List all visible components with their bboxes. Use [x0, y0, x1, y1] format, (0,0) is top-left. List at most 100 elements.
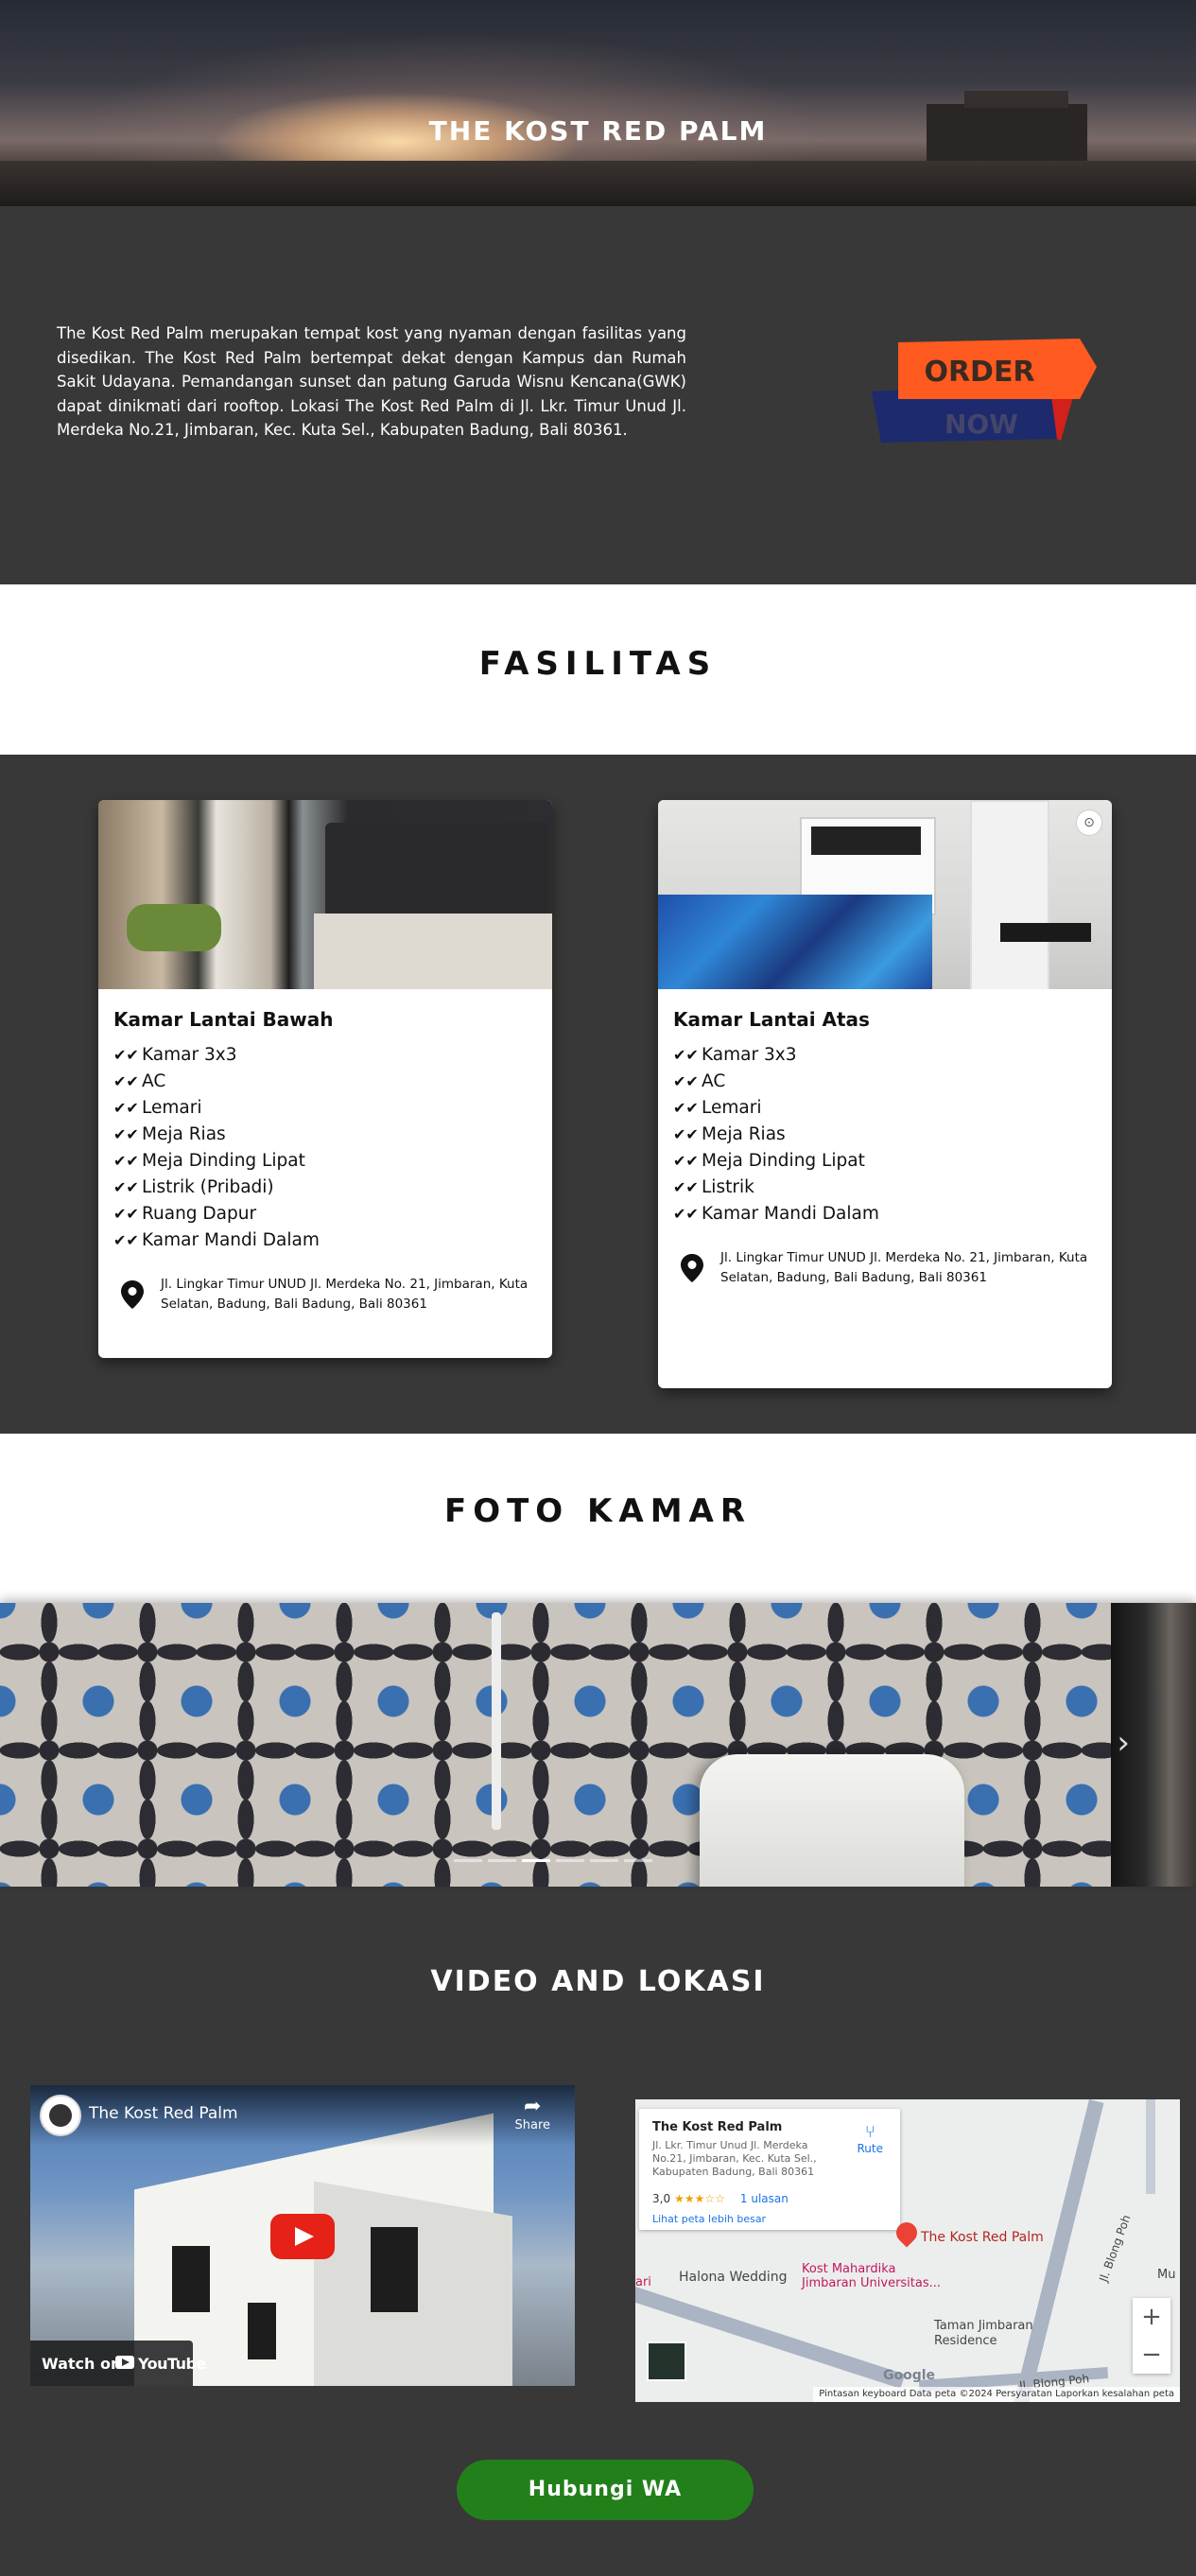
map-edge-label: Mu	[1157, 2268, 1176, 2282]
window	[371, 2227, 418, 2312]
google-logo: Google	[883, 2368, 936, 2383]
list-item: ✔✔ Meja Rias	[113, 1122, 320, 1148]
location-pin-icon	[121, 1280, 144, 1309]
list-item: ✔✔ Lemari	[673, 1095, 879, 1122]
map-footer[interactable]: Pintasan keyboard Data peta ©2024 Persya…	[813, 2387, 1180, 2402]
hero-banner: THE KOST RED PALM	[0, 0, 1196, 206]
facility-list-lower: ✔✔ Kamar 3x3 ✔✔ AC ✔✔ Lemari ✔✔ Meja Rias ✔✔…	[113, 1042, 320, 1254]
youtube-label: YouTube	[138, 2355, 206, 2373]
chevron-right-icon[interactable]: ›	[1117, 1724, 1130, 1762]
double-check-icon: ✔✔	[673, 1178, 699, 1196]
map-poi-taman-jimbaran: Taman Jimbaran Residence	[934, 2319, 1033, 2348]
address-upper: Jl. Lingkar Timur UNUD Jl. Merdeka No. 2…	[673, 1248, 1091, 1288]
list-item: ✔✔ Kamar Mandi Dalam	[673, 1201, 879, 1227]
bed-linen	[314, 914, 552, 989]
satellite-layer-toggle[interactable]	[647, 2341, 686, 2381]
list-item: ✔✔ Meja Rias	[673, 1122, 879, 1148]
carousel-indicator[interactable]	[590, 1859, 618, 1862]
list-item: ✔✔ Ruang Dapur	[113, 1201, 320, 1227]
carousel-indicator[interactable]	[454, 1859, 482, 1862]
carousel-indicator[interactable]	[488, 1859, 516, 1862]
now-text: NOW	[945, 409, 1018, 440]
channel-avatar[interactable]	[40, 2095, 81, 2136]
double-check-icon: ✔✔	[673, 1152, 699, 1170]
vanity-shelf	[970, 800, 1049, 989]
play-button[interactable]	[270, 2214, 335, 2259]
rating-stars-icon: ★★★☆☆	[674, 2192, 725, 2205]
youtube-embed[interactable]: The Kost Red Palm ➦ Share Watch on YouTu…	[30, 2085, 575, 2386]
carousel-indicator[interactable]	[624, 1859, 652, 1862]
list-item: ✔✔ Lemari	[113, 1095, 320, 1122]
room-photo-lower	[98, 800, 552, 989]
reviews-link[interactable]: 1 ulasan	[740, 2192, 789, 2205]
double-check-icon: ✔✔	[113, 1046, 139, 1064]
map-road	[1014, 2099, 1104, 2402]
map-place-name: The Kost Red Palm	[652, 2120, 783, 2134]
facilities-heading: FASILITAS	[478, 645, 718, 683]
list-item: ✔✔ Listrik (Pribadi)	[113, 1175, 320, 1201]
map-zoom-controls: + −	[1133, 2298, 1170, 2374]
double-check-icon: ✔✔	[113, 1152, 139, 1170]
map-poi-halona: Halona Wedding	[679, 2270, 788, 2285]
watch-on-label: Watch on	[42, 2355, 122, 2373]
map-place-address: Jl. Lkr. Timur Unud Jl. Merdeka No.21, J…	[652, 2139, 817, 2178]
double-check-icon: ✔✔	[673, 1125, 699, 1143]
double-check-icon: ✔✔	[113, 1205, 139, 1223]
map-road	[1146, 2099, 1155, 2194]
plants	[127, 904, 221, 951]
double-check-icon: ✔✔	[113, 1072, 139, 1090]
window	[172, 2246, 210, 2312]
map-place-card: The Kost Red Palm Jl. Lkr. Timur Unud Jl…	[639, 2109, 900, 2230]
order-now-button[interactable]: ORDER NOW	[860, 337, 1097, 450]
double-check-icon: ✔✔	[113, 1099, 139, 1117]
view-larger-map-link[interactable]: Lihat peta lebih besar	[652, 2213, 766, 2225]
map-pin-label: The Kost Red Palm	[921, 2230, 1044, 2245]
double-check-icon: ✔✔	[113, 1178, 139, 1196]
room-title-lower: Kamar Lantai Bawah	[113, 1008, 334, 1031]
directions-button[interactable]: ⑂ Rute	[858, 2122, 884, 2155]
visual-search-icon[interactable]: ⊙	[1076, 809, 1102, 836]
address-lower: Jl. Lingkar Timur UNUD Jl. Merdeka No. 2…	[113, 1275, 531, 1314]
contact-whatsapp-button[interactable]: Hubungi WA	[457, 2460, 754, 2520]
double-check-icon: ✔✔	[673, 1099, 699, 1117]
order-text: ORDER	[924, 356, 1034, 389]
list-item: ✔✔ Listrik	[673, 1175, 879, 1201]
list-item: ✔✔ AC	[113, 1069, 320, 1095]
directions-icon: ⑂	[864, 2122, 875, 2142]
double-check-icon: ✔✔	[673, 1072, 699, 1090]
map-rating: 3,0 ★★★☆☆ 1 ulasan	[652, 2192, 789, 2205]
video-location-heading: VIDEO AND LOKASI	[430, 1965, 766, 1998]
window	[248, 2303, 276, 2359]
address-text: Jl. Lingkar Timur UNUD Jl. Merdeka No. 2…	[720, 1250, 1088, 1285]
hero-roof-silhouette	[964, 91, 1068, 108]
list-item: ✔✔ Kamar 3x3	[673, 1042, 879, 1069]
photo-carousel[interactable]: ›	[0, 1603, 1196, 1887]
wardrobe-pattern	[811, 827, 921, 855]
watch-on-youtube-button[interactable]: Watch on YouTube	[30, 2341, 206, 2386]
google-map-embed[interactable]: The Kost Red Palm Jl. Lkr. Timur Unud Jl…	[635, 2099, 1180, 2402]
intro-description: The Kost Red Palm merupakan tempat kost …	[57, 324, 686, 439]
double-check-icon: ✔✔	[673, 1205, 699, 1223]
video-title[interactable]: The Kost Red Palm	[89, 2104, 238, 2123]
list-item: ✔✔ Meja Dinding Lipat	[673, 1148, 879, 1175]
facility-list-upper: ✔✔ Kamar 3x3 ✔✔ AC ✔✔ Lemari ✔✔ Meja Rias ✔✔…	[673, 1042, 879, 1227]
double-check-icon: ✔✔	[673, 1046, 699, 1064]
map-poi-kost-mahardika: Kost Mahardika Jimbaran Universitas...	[802, 2262, 942, 2290]
carousel-indicator-active[interactable]	[522, 1859, 550, 1862]
double-check-icon: ✔✔	[113, 1231, 139, 1249]
stool	[1000, 923, 1091, 942]
carousel-indicator[interactable]	[556, 1859, 584, 1862]
hero-ground	[0, 161, 1196, 206]
toilet	[700, 1754, 964, 1887]
zoom-out-button[interactable]: −	[1133, 2336, 1170, 2374]
bed-blanket	[658, 895, 932, 989]
gallery-heading: FOTO KAMAR	[443, 1492, 753, 1530]
facilities-header-band: FASILITAS	[0, 584, 1196, 755]
list-item: ✔✔ Meja Dinding Lipat	[113, 1148, 320, 1175]
shower-pipe	[492, 1612, 501, 1830]
list-item: ✔✔ Kamar 3x3	[113, 1042, 320, 1069]
room-title-upper: Kamar Lantai Atas	[673, 1008, 870, 1031]
zoom-in-button[interactable]: +	[1133, 2298, 1170, 2336]
share-button[interactable]: ➦ Share	[514, 2095, 550, 2132]
double-check-icon: ✔✔	[113, 1125, 139, 1143]
